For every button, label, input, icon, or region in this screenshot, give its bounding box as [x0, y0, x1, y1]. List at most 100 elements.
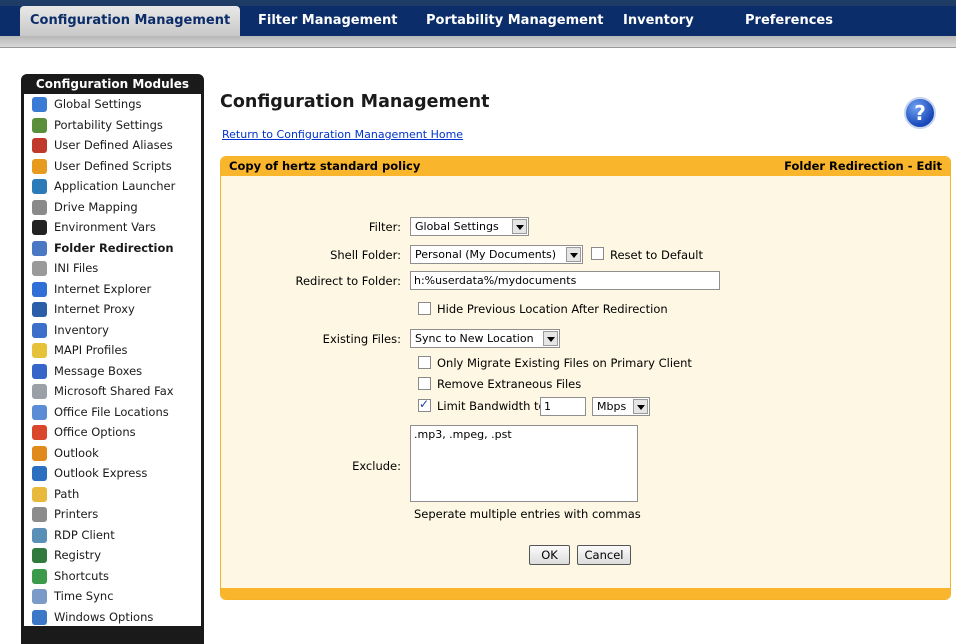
ok-button[interactable]: OK: [529, 545, 570, 565]
exclude-label: Exclude:: [352, 459, 401, 473]
nav-underbar: [0, 36, 956, 48]
drive-icon: [32, 199, 47, 215]
limit-bandwidth-label: Limit Bandwidth to: [437, 399, 546, 413]
sidebar-item-label: Inventory: [54, 322, 109, 337]
sidebar-item-label: Internet Explorer: [54, 281, 152, 296]
sidebar-item-label: Drive Mapping: [54, 199, 138, 214]
folder-redirect-icon: [32, 240, 47, 256]
sidebar-item-label: Path: [54, 486, 80, 501]
shell-folder-label: Shell Folder:: [330, 248, 401, 262]
tab-portability-management[interactable]: Portability Management: [426, 6, 603, 36]
cancel-button[interactable]: Cancel: [577, 545, 631, 565]
policy-name: Copy of hertz standard policy: [229, 159, 421, 173]
sidebar-item-registry[interactable]: Registry: [24, 545, 201, 566]
tab-preferences[interactable]: Preferences: [745, 6, 833, 36]
panel-footer: [221, 588, 950, 599]
existing-files-label: Existing Files:: [322, 332, 401, 346]
existing-files-select[interactable]: Sync to New Location: [410, 329, 560, 348]
tab-inventory[interactable]: Inventory: [623, 6, 694, 36]
sidebar-item-path[interactable]: Path: [24, 484, 201, 505]
home-link[interactable]: Return to Configuration Management Home: [222, 128, 463, 141]
sidebar-item-office-options[interactable]: Office Options: [24, 422, 201, 443]
sidebar-item-user-defined-aliases[interactable]: User Defined Aliases: [24, 135, 201, 156]
folder-icon: [32, 486, 47, 502]
sidebar-item-environment-vars[interactable]: Environment Vars: [24, 217, 201, 238]
chevron-down-icon: [633, 399, 648, 414]
filter-select[interactable]: Global Settings: [410, 217, 529, 236]
internet-explorer-icon: [32, 281, 47, 297]
only-migrate-checkbox[interactable]: [418, 356, 431, 369]
sidebar-item-outlook-express[interactable]: Outlook Express: [24, 463, 201, 484]
sidebar-item-internet-proxy[interactable]: Internet Proxy: [24, 299, 201, 320]
sidebar-item-drive-mapping[interactable]: Drive Mapping: [24, 197, 201, 218]
sidebar-item-time-sync[interactable]: Time Sync: [24, 586, 201, 607]
ini-file-icon: [32, 261, 47, 276]
printer-icon: [32, 507, 47, 522]
page-title: Configuration Management: [220, 92, 490, 112]
limit-bandwidth-checkbox[interactable]: [418, 397, 431, 412]
edit-panel: Copy of hertz standard policy Folder Red…: [220, 156, 951, 600]
bandwidth-input[interactable]: 1: [540, 397, 586, 416]
reset-default-checkbox[interactable]: [591, 247, 604, 260]
exclude-textarea[interactable]: .mp3, .mpeg, .pst: [410, 425, 638, 502]
sidebar-item-label: MAPI Profiles: [54, 343, 128, 357]
sidebar-item-application-launcher[interactable]: Application Launcher: [24, 176, 201, 197]
bandwidth-unit-select[interactable]: Mbps: [592, 397, 650, 416]
help-icon[interactable]: ?: [904, 97, 936, 129]
sidebar-item-label: Office File Locations: [54, 404, 169, 419]
office-files-icon: [32, 404, 47, 420]
reset-default-label: Reset to Default: [610, 248, 703, 262]
sidebar-item-printers[interactable]: Printers: [24, 504, 201, 525]
sidebar: Configuration Modules Global Settings Por…: [21, 74, 204, 644]
sidebar-item-windows-options[interactable]: Windows Options: [24, 607, 201, 628]
hide-previous-checkbox[interactable]: [418, 302, 431, 315]
sidebar-item-label: Folder Redirection: [54, 240, 174, 255]
windows-options-icon: [32, 609, 47, 625]
sidebar-item-portability-settings[interactable]: Portability Settings: [24, 115, 201, 136]
sidebar-item-shortcuts[interactable]: Shortcuts: [24, 566, 201, 587]
sidebar-item-inventory[interactable]: Inventory: [24, 320, 201, 341]
sidebar-item-label: Registry: [54, 548, 102, 562]
sidebar-item-internet-explorer[interactable]: Internet Explorer: [24, 279, 201, 300]
redirect-input[interactable]: h:%userdata%/mydocuments: [410, 271, 720, 290]
sidebar-item-user-defined-scripts[interactable]: User Defined Scripts: [24, 156, 201, 177]
outlook-icon: [32, 445, 47, 461]
sidebar-title: Configuration Modules: [35, 77, 190, 91]
existing-files-value: Sync to New Location: [415, 332, 534, 345]
bandwidth-unit-value: Mbps: [597, 400, 627, 413]
sidebar-item-label: User Defined Scripts: [54, 158, 172, 173]
sidebar-item-label: Windows Options: [54, 609, 154, 624]
filter-label: Filter:: [368, 220, 401, 234]
sidebar-item-label: Office Options: [54, 425, 136, 439]
rdp-icon: [32, 527, 47, 543]
shortcut-icon: [32, 568, 47, 584]
portability-icon: [32, 117, 47, 133]
sidebar-item-label: Microsoft Shared Fax: [54, 384, 174, 398]
sidebar-item-label: Application Launcher: [54, 179, 176, 193]
time-sync-icon: [32, 589, 47, 604]
sidebar-list: Global Settings Portability Settings User …: [24, 94, 201, 626]
sidebar-item-label: Shortcuts: [54, 568, 109, 583]
globe-icon: [32, 97, 47, 112]
remove-extraneous-checkbox[interactable]: [418, 377, 431, 390]
tab-configuration-management[interactable]: Configuration Management: [20, 6, 241, 36]
sidebar-item-label: Message Boxes: [54, 363, 143, 378]
exclude-hint: Seperate multiple entries with commas: [414, 507, 641, 521]
registry-icon: [32, 548, 47, 563]
sidebar-item-message-boxes[interactable]: Message Boxes: [24, 361, 201, 382]
sidebar-item-rdp-client[interactable]: RDP Client: [24, 525, 201, 546]
sidebar-item-ini-files[interactable]: INI Files: [24, 258, 201, 279]
sidebar-item-office-file-locations[interactable]: Office File Locations: [24, 402, 201, 423]
sidebar-item-global-settings[interactable]: Global Settings: [24, 94, 201, 115]
shell-folder-select[interactable]: Personal (My Documents): [410, 245, 583, 264]
tab-filter-management[interactable]: Filter Management: [258, 6, 397, 36]
sidebar-item-mapi-profiles[interactable]: MAPI Profiles: [24, 340, 201, 361]
outlook-express-icon: [32, 466, 47, 481]
proxy-icon: [32, 302, 47, 317]
panel-header: Copy of hertz standard policy Folder Red…: [221, 157, 950, 176]
sidebar-item-folder-redirection[interactable]: Folder Redirection: [24, 238, 201, 259]
chevron-down-icon: [512, 219, 527, 234]
sidebar-item-microsoft-shared-fax[interactable]: Microsoft Shared Fax: [24, 381, 201, 402]
top-nav: Configuration Management Filter Manageme…: [0, 0, 956, 49]
sidebar-item-outlook[interactable]: Outlook: [24, 443, 201, 464]
